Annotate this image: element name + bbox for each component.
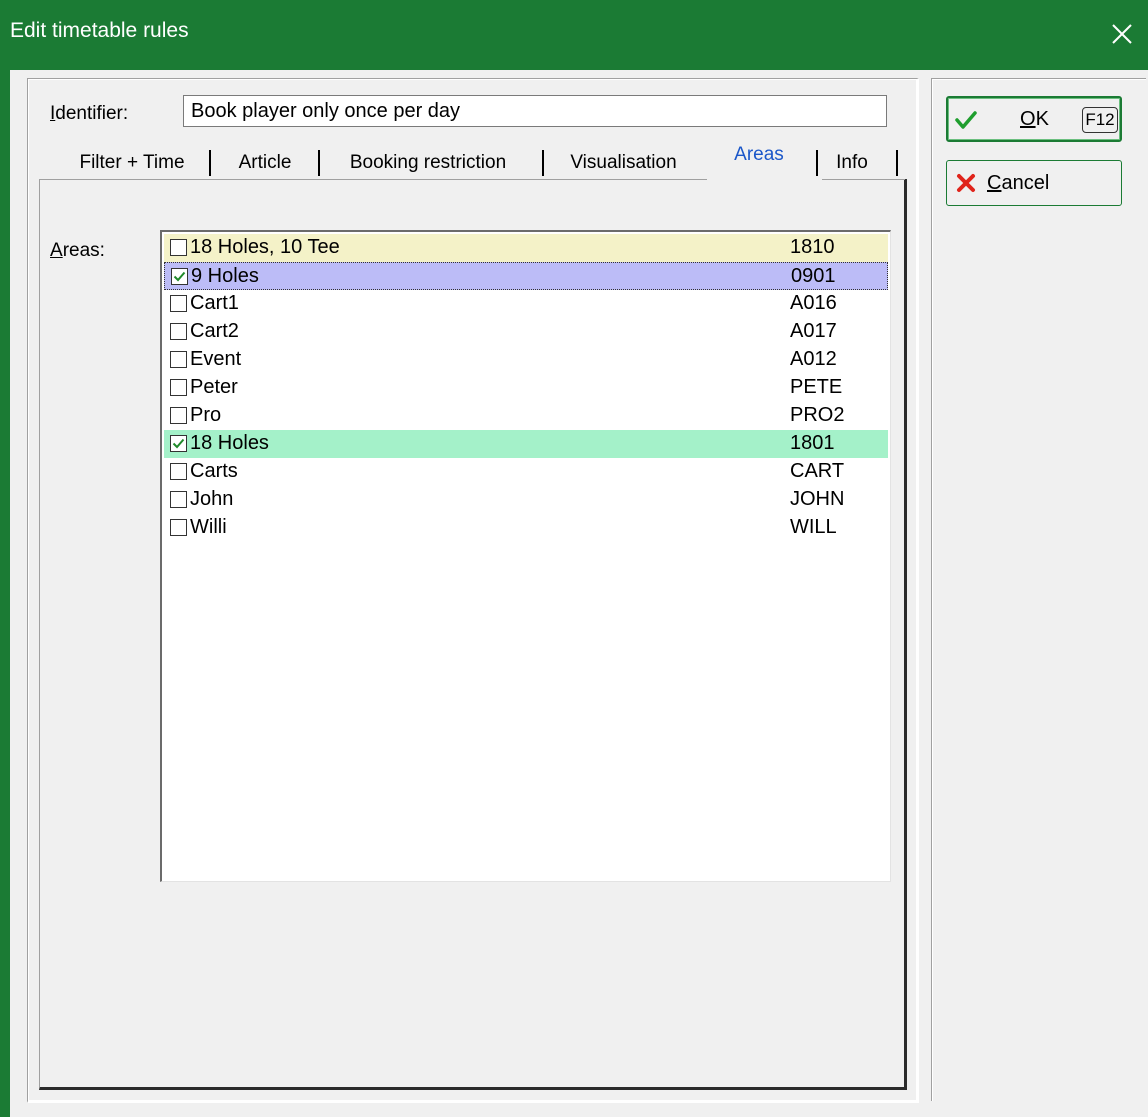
tab-strip: Filter + Time Article Booking restrictio… (39, 140, 905, 180)
area-code: A016 (790, 292, 837, 314)
area-list-item[interactable]: 18 Holes 1801 (164, 430, 888, 458)
tab-separator (209, 150, 211, 176)
window-title: Edit timetable rules (10, 19, 189, 42)
area-checkbox[interactable] (170, 491, 187, 508)
area-code: JOHN (790, 488, 845, 510)
ok-button[interactable]: OK F12 (946, 96, 1122, 142)
title-bar: Edit timetable rules (0, 0, 1148, 70)
area-list-item[interactable]: 18 Holes, 10 Tee 1810 (164, 234, 888, 262)
checkmark-icon (173, 271, 186, 282)
area-name: Cart1 (190, 292, 239, 314)
area-checkbox[interactable] (170, 239, 187, 256)
area-list-item[interactable]: Carts CART (164, 458, 888, 486)
area-name: Carts (190, 460, 238, 482)
tab-article[interactable]: Article (219, 146, 311, 180)
area-code: CART (790, 460, 845, 482)
area-checkbox[interactable] (171, 268, 188, 285)
area-checkbox[interactable] (170, 435, 187, 452)
area-code: 0901 (791, 265, 836, 287)
area-code: A017 (790, 320, 837, 342)
areas-label: Areas: (50, 240, 105, 261)
identifier-label: Identifier: (50, 103, 129, 124)
area-list-item[interactable]: John JOHN (164, 486, 888, 514)
area-name: John (190, 488, 234, 510)
area-list-item[interactable]: Cart1 A016 (164, 290, 888, 318)
area-name: Cart2 (190, 320, 239, 342)
area-name: Peter (190, 376, 238, 398)
area-list-item[interactable]: 9 Holes 0901 (164, 262, 888, 290)
area-code: 1810 (790, 236, 835, 258)
area-checkbox[interactable] (170, 407, 187, 424)
tab-border (822, 179, 905, 180)
area-name: 18 Holes (190, 432, 269, 454)
tab-booking-restriction[interactable]: Booking restriction (327, 146, 529, 180)
cancel-button-label: Cancel (987, 172, 1050, 194)
area-list-item[interactable]: Willi WILL (164, 514, 888, 542)
tab-filter-time[interactable]: Filter + Time (63, 146, 201, 180)
checkmark-icon (172, 438, 185, 449)
area-checkbox[interactable] (170, 351, 187, 368)
tab-separator (896, 150, 898, 176)
area-list-item[interactable]: Event A012 (164, 346, 888, 374)
area-code: PRO2 (790, 404, 845, 426)
button-panel (931, 78, 1146, 1101)
area-checkbox[interactable] (170, 519, 187, 536)
f12-shortcut-badge: F12 (1082, 107, 1118, 133)
identifier-input[interactable] (183, 95, 887, 127)
area-name: Willi (190, 516, 227, 538)
area-name: 18 Holes, 10 Tee (190, 236, 340, 258)
area-code: 1801 (790, 432, 835, 454)
area-list-item[interactable]: Cart2 A017 (164, 318, 888, 346)
tab-separator (318, 150, 320, 176)
ok-button-label: OK (1020, 108, 1049, 130)
area-checkbox[interactable] (170, 379, 187, 396)
close-icon[interactable] (1104, 14, 1140, 52)
tab-separator (542, 150, 544, 176)
area-list-item[interactable]: Peter PETE (164, 374, 888, 402)
tab-visualisation[interactable]: Visualisation (551, 146, 696, 180)
area-name: Event (190, 348, 242, 370)
checkmark-icon (954, 108, 978, 132)
tab-areas[interactable]: Areas (710, 140, 808, 174)
area-checkbox[interactable] (170, 463, 187, 480)
tab-info[interactable]: Info (823, 146, 881, 180)
area-checkbox[interactable] (170, 323, 187, 340)
area-name: 9 Holes (191, 265, 259, 287)
area-list-item[interactable]: Pro PRO2 (164, 402, 888, 430)
area-code: PETE (790, 376, 843, 398)
x-mark-icon (955, 172, 979, 196)
area-code: A012 (790, 348, 837, 370)
window-frame-left (0, 70, 10, 1117)
area-name: Pro (190, 404, 222, 426)
area-checkbox[interactable] (170, 295, 187, 312)
area-code: WILL (790, 516, 837, 538)
tab-border (39, 179, 707, 180)
tab-separator (816, 150, 818, 176)
areas-listbox[interactable]: 18 Holes, 10 Tee 1810 9 Holes 0901 Cart1 A016… (160, 230, 891, 882)
cancel-button[interactable]: Cancel (946, 160, 1122, 206)
